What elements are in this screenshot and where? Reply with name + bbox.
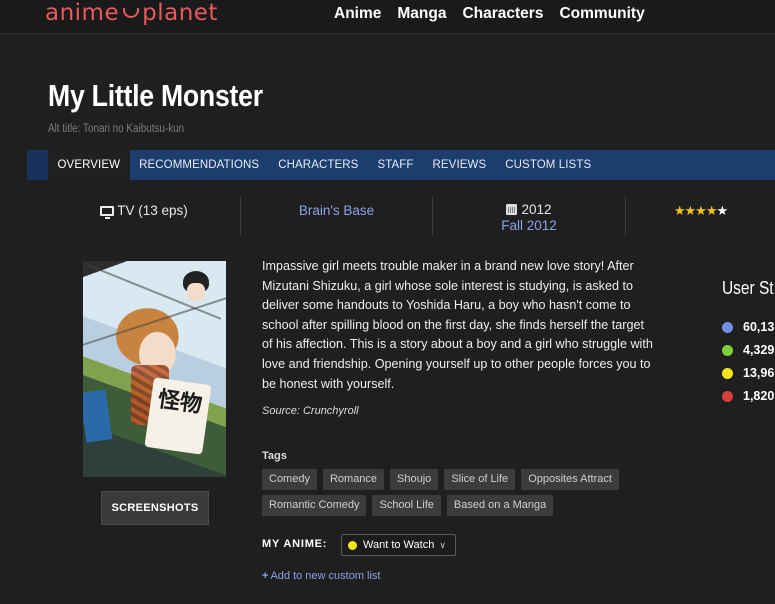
full-stars: ★★★★ xyxy=(673,203,718,218)
tag[interactable]: Romantic Comedy xyxy=(262,495,367,516)
stat-dropped[interactable]: 1,820 xyxy=(722,389,774,403)
stat-watched[interactable]: 60,13 xyxy=(722,320,774,334)
section-tabs: OVERVIEW RECOMMENDATIONS CHARACTERS STAF… xyxy=(27,150,775,180)
studio-link[interactable]: Brain's Base xyxy=(299,203,374,218)
studio-cell: Brain's Base xyxy=(241,203,432,243)
status-dot-icon xyxy=(722,321,733,333)
nav-manga[interactable]: Manga xyxy=(397,0,446,28)
stat-watching[interactable]: 4,329 xyxy=(722,343,774,357)
stat-value: 13,96 xyxy=(743,366,775,380)
calendar-icon xyxy=(506,204,518,215)
screenshots-button[interactable]: SCREENSHOTS xyxy=(101,491,209,525)
cover-detail xyxy=(83,389,113,443)
tab-recommendations[interactable]: RECOMMENDATIONS xyxy=(130,150,269,180)
stat-value: 1,820 xyxy=(743,389,775,403)
synopsis-source: Source: Crunchyroll xyxy=(262,405,359,417)
cover-detail xyxy=(83,296,226,348)
add-list-label: Add to new custom list xyxy=(270,570,381,582)
rating-cell: ★★★★★ xyxy=(626,203,775,243)
status-dot-icon xyxy=(722,367,733,379)
tab-characters[interactable]: CHARACTERS xyxy=(269,150,368,180)
tag[interactable]: Opposites Attract xyxy=(521,469,619,490)
stat-value: 4,329 xyxy=(743,343,775,357)
tab-custom-lists[interactable]: CUSTOM LISTS xyxy=(496,150,601,180)
tag[interactable]: Slice of Life xyxy=(444,469,516,490)
nav-anime[interactable]: Anime xyxy=(334,0,381,28)
tag[interactable]: Based on a Manga xyxy=(446,495,554,516)
year-cell: 2012 Fall 2012 xyxy=(433,202,625,242)
nav-characters[interactable]: Characters xyxy=(462,0,543,28)
status-dot-icon xyxy=(722,344,733,356)
page-title: My Little Monster xyxy=(48,78,263,113)
cover-detail xyxy=(187,283,205,301)
rating-stars: ★★★★★ xyxy=(673,203,728,218)
page: anime planet Anime Manga Characters Commu… xyxy=(0,0,775,604)
tag[interactable]: Shoujo xyxy=(390,469,439,490)
cover-image[interactable]: 怪物 xyxy=(83,261,226,477)
user-stats-heading: User St xyxy=(722,278,774,298)
plus-icon: + xyxy=(262,570,269,582)
tabs-lead xyxy=(27,150,48,180)
logo-text-right: planet xyxy=(142,0,218,26)
tab-overview[interactable]: OVERVIEW xyxy=(48,150,130,180)
alt-title: Alt title: Tonari no Kaibutsu-kun xyxy=(48,123,185,135)
stat-want-to-watch[interactable]: 13,96 xyxy=(722,366,774,380)
top-bar: anime planet Anime Manga Characters Commu… xyxy=(0,0,775,34)
season-link[interactable]: Fall 2012 xyxy=(433,218,625,234)
cover-title-art: 怪物 xyxy=(144,377,212,455)
tags-row: Romantic Comedy School Life Based on a M… xyxy=(262,495,554,516)
tags-heading: Tags xyxy=(262,450,287,462)
tag[interactable]: School Life xyxy=(372,495,441,516)
watch-status-value: Want to Watch xyxy=(363,539,435,551)
year-text: 2012 xyxy=(521,202,552,217)
tab-reviews[interactable]: REVIEWS xyxy=(423,150,496,180)
tv-icon xyxy=(100,206,115,219)
half-star-icon: ★ xyxy=(716,203,728,218)
site-logo[interactable]: anime planet xyxy=(45,0,218,26)
status-dot-icon xyxy=(348,540,357,550)
chevron-down-icon: ∨ xyxy=(439,539,446,550)
add-custom-list-link[interactable]: + Add to new custom list xyxy=(262,570,381,582)
type-cell: TV (13 eps) xyxy=(48,203,240,243)
tag[interactable]: Comedy xyxy=(262,469,317,490)
tags-row: Comedy Romance Shoujo Slice of Life Oppo… xyxy=(262,469,619,490)
tab-staff[interactable]: STAFF xyxy=(368,150,423,180)
info-strip: TV (13 eps) Brain's Base 2012 Fall 2012 … xyxy=(48,196,775,238)
logo-smile-icon xyxy=(123,8,140,18)
status-dot-icon xyxy=(722,390,733,402)
stat-value: 60,13 xyxy=(743,320,775,334)
my-anime-label: MY ANIME: xyxy=(262,538,328,550)
watch-status-select[interactable]: Want to Watch ∨ xyxy=(341,534,456,556)
type-text: TV (13 eps) xyxy=(117,203,188,218)
logo-text-left: anime xyxy=(45,0,120,26)
tag[interactable]: Romance xyxy=(322,469,385,490)
nav-community[interactable]: Community xyxy=(559,0,644,28)
main-nav: Anime Manga Characters Community xyxy=(334,0,661,28)
synopsis: Impassive girl meets trouble maker in a … xyxy=(262,259,653,391)
